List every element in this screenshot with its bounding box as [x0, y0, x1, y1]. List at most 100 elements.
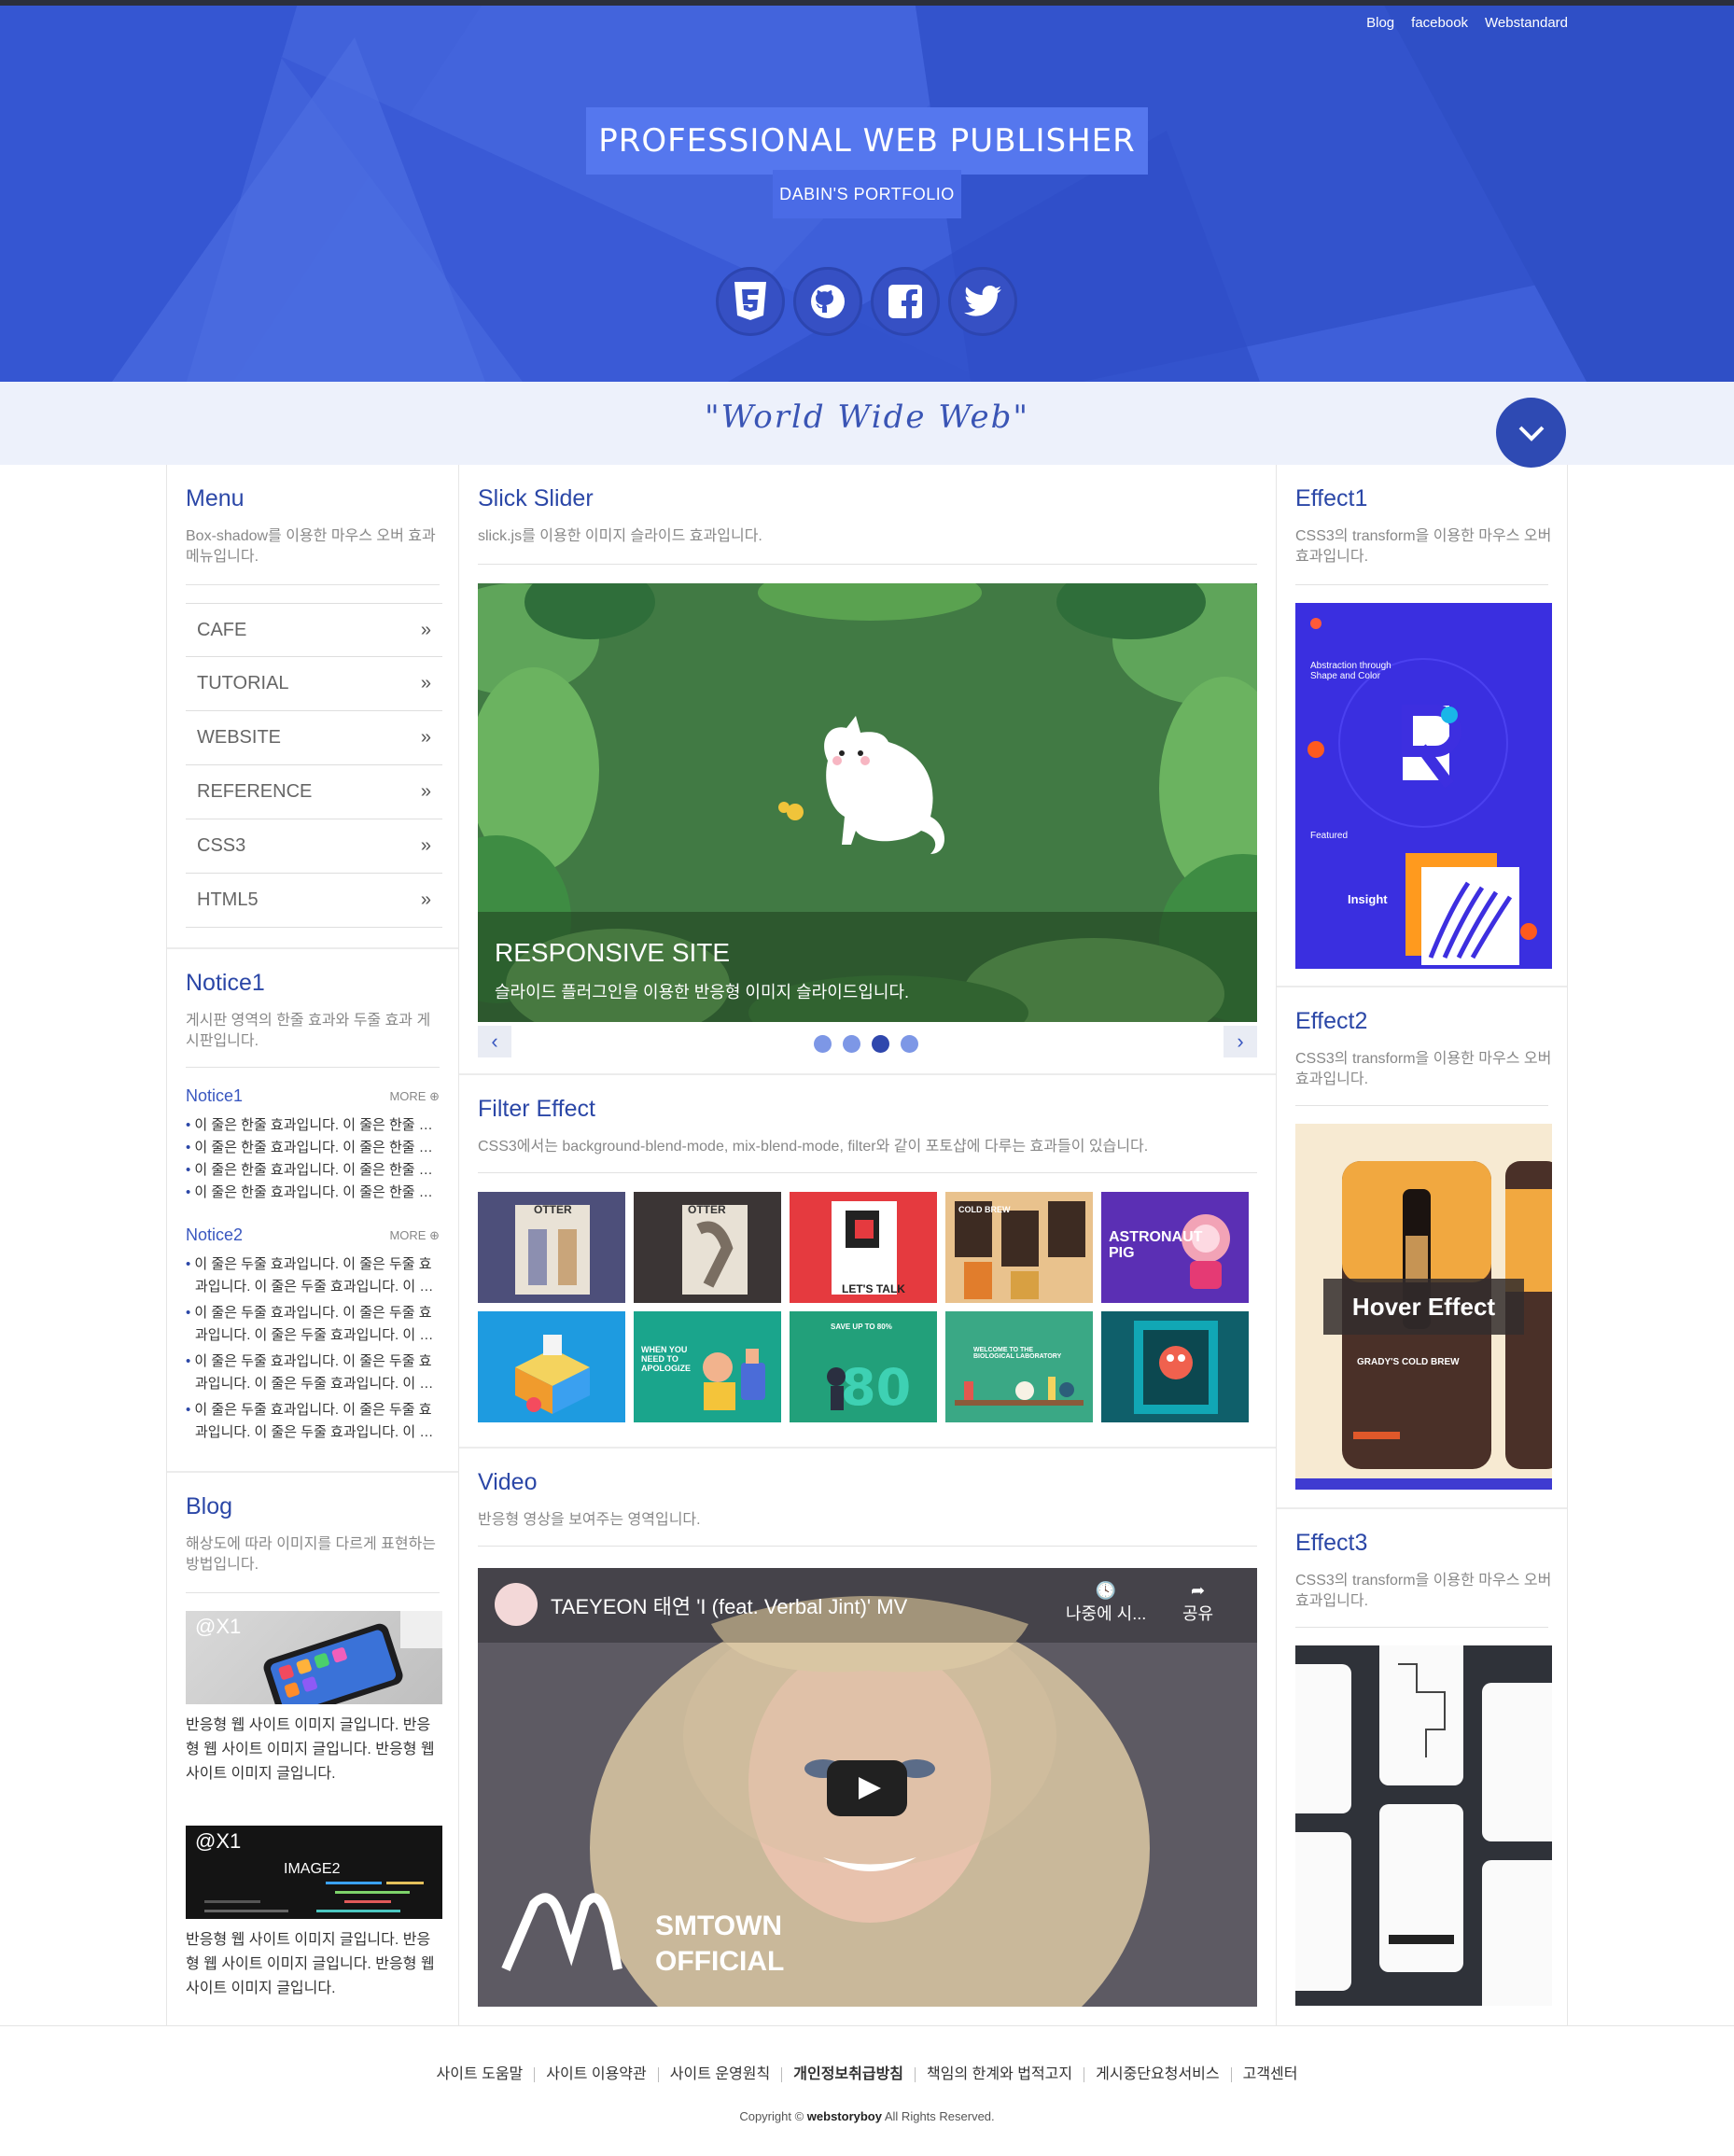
- effect1-image[interactable]: Abstraction through Shape and Color Feat…: [1295, 603, 1552, 969]
- slider-dots: [814, 1035, 918, 1053]
- slider-rule: [478, 564, 1257, 565]
- filter-thumb[interactable]: WHEN YOU NEED TO APOLOGIZE: [634, 1311, 781, 1422]
- social-links: [716, 267, 1017, 336]
- footer-link[interactable]: 사이트 도움말: [426, 2067, 535, 2082]
- filter-thumb[interactable]: [478, 1311, 625, 1422]
- effect3-image[interactable]: [1295, 1645, 1552, 2006]
- blog-text: 반응형 웹 사이트 이미지 글입니다. 반응형 웹 사이트 이미지 글입니다. …: [186, 1717, 435, 1782]
- top-link-facebook[interactable]: facebook: [1411, 15, 1468, 31]
- slide-heading: RESPONSIVE SITE: [495, 938, 731, 967]
- blog-section: Blog 해상도에 따라 이미지를 다르게 표현하는 방법입니다. @X1 반응…: [167, 1473, 458, 2023]
- html5-icon[interactable]: [716, 267, 785, 336]
- menu-item-cafe[interactable]: CAFE »: [186, 603, 442, 657]
- thumb-text: COLD BREW: [958, 1205, 1011, 1214]
- site-footer: 사이트 도움말 사이트 이용약관 사이트 운영원칙 개인정보취급방침 책임의 한…: [0, 2025, 1734, 2156]
- notice1-title[interactable]: Notice1: [186, 1086, 243, 1106]
- filter-thumb[interactable]: LET'S TALK: [790, 1192, 937, 1303]
- video-player[interactable]: TAEYEON 태연 'I (feat. Verbal Jint)' MV 🕓 …: [478, 1568, 1257, 2007]
- list-item[interactable]: 이 줄은 한줄 효과입니다. 이 줄은 한줄 효과입니다.: [186, 1114, 442, 1137]
- blog-badge: @X1: [195, 1615, 242, 1638]
- copyright-prefix: Copyright ©: [739, 2109, 804, 2123]
- notice2-title[interactable]: Notice2: [186, 1225, 243, 1245]
- footer-link[interactable]: 사이트 이용약관: [534, 2067, 658, 2082]
- menu-desc: Box-shadow를 이용한 마우스 오버 효과 메뉴입니다.: [186, 528, 436, 565]
- facebook-icon[interactable]: [871, 267, 940, 336]
- more-label: MORE: [389, 1227, 427, 1242]
- menu-item-reference[interactable]: REFERENCE »: [186, 765, 442, 819]
- effect2-image[interactable]: Hover Effect GRADY'S COLD BREW: [1295, 1124, 1552, 1490]
- channel-avatar[interactable]: [495, 1583, 538, 1626]
- notice2-more-button[interactable]: MORE ⊕: [389, 1228, 440, 1243]
- filter-thumb[interactable]: 80 SAVE UP TO 80%: [790, 1311, 937, 1422]
- filter-thumb[interactable]: OTTER: [478, 1192, 625, 1303]
- blog-rule: [186, 1592, 440, 1593]
- footer-link[interactable]: 책임의 한계와 법적고지: [915, 2067, 1084, 2082]
- video-title-text[interactable]: TAEYEON 태연 'I (feat. Verbal Jint)' MV: [551, 1590, 907, 1620]
- effect3-title: Effect3: [1295, 1530, 1368, 1556]
- effect1-desc: CSS3의 transform을 이용한 마우스 오버효과입니다.: [1295, 528, 1552, 565]
- watch-later-button[interactable]: 🕓 나중에 시...: [1066, 1581, 1146, 1625]
- footer-link[interactable]: 게시중단요청서비스: [1084, 2067, 1230, 2082]
- slider-dot[interactable]: [814, 1035, 832, 1053]
- effect1-title: Effect1: [1295, 485, 1368, 511]
- notice1-more-button[interactable]: MORE ⊕: [389, 1089, 440, 1104]
- motto-band: "World Wide Web": [0, 382, 1734, 468]
- filter-thumb[interactable]: ASTRONAUT PIG: [1101, 1192, 1249, 1303]
- top-link-webstandard[interactable]: Webstandard: [1485, 15, 1568, 31]
- share-button[interactable]: ➦ 공유: [1182, 1581, 1213, 1625]
- filter-thumb[interactable]: WELCOME TO THE BIOLOGICAL LABORATORY: [945, 1311, 1093, 1422]
- slider-slide[interactable]: RESPONSIVE SITE 슬라이드 플러그인을 이용한 반응형 이미지 슬…: [478, 583, 1257, 1022]
- blog-image-phone[interactable]: @X1: [186, 1611, 442, 1704]
- menu-section: Menu Box-shadow를 이용한 마우스 오버 효과 메뉴입니다. CA…: [167, 465, 458, 948]
- filter-thumb[interactable]: [1101, 1311, 1249, 1422]
- thumb-text: WELCOME TO THE BIOLOGICAL LABORATORY: [973, 1347, 1062, 1360]
- github-icon[interactable]: [793, 267, 862, 336]
- menu-item-label: WEBSITE: [197, 727, 282, 748]
- left-column: Menu Box-shadow를 이용한 마우스 오버 효과 메뉴입니다. CA…: [166, 465, 459, 2025]
- list-item[interactable]: 이 줄은 두줄 효과입니다. 이 줄은 두줄 효과입니다. 이 줄은 두줄 효과…: [186, 1351, 442, 1395]
- notice-section: Notice1 게시판 영역의 한줄 효과와 두줄 효과 게시판입니다. Not…: [167, 949, 458, 1472]
- list-item[interactable]: 이 줄은 한줄 효과입니다. 이 줄은 한줄 효과입니다.: [186, 1137, 442, 1159]
- notice2-header: Notice2 MORE ⊕: [186, 1225, 440, 1245]
- slider-next-button[interactable]: ›: [1224, 1026, 1257, 1057]
- menu-item-tutorial[interactable]: TUTORIAL »: [186, 657, 442, 711]
- menu-item-html5[interactable]: HTML5 »: [186, 874, 442, 928]
- footer-link-privacy[interactable]: 개인정보취급방침: [781, 2067, 915, 2082]
- list-item[interactable]: 이 줄은 한줄 효과입니다. 이 줄은 한줄 효과입니다.: [186, 1182, 442, 1204]
- effect3-desc: CSS3의 transform을 이용한 마우스 오버효과입니다.: [1295, 1573, 1552, 1609]
- filter-thumb[interactable]: OTTER: [634, 1192, 781, 1303]
- notice-rule: [186, 1067, 440, 1068]
- chevron-down-icon[interactable]: [1496, 398, 1566, 468]
- menu-item-css3[interactable]: CSS3 »: [186, 819, 442, 874]
- video-title: Video: [478, 1469, 538, 1495]
- blog-title: Blog: [186, 1493, 233, 1519]
- list-item[interactable]: 이 줄은 두줄 효과입니다. 이 줄은 두줄 효과입니다. 이 줄은 두줄 효과…: [186, 1399, 442, 1444]
- site-header: Blog facebook Webstandard PROFESSIONAL W…: [0, 0, 1734, 382]
- menu-item-label: CSS3: [197, 835, 246, 856]
- copyright: Copyright © webstoryboy All Rights Reser…: [0, 2109, 1734, 2123]
- filter-gallery: OTTER OTTER LET'S TALK COLD BREW ASTRONA…: [478, 1192, 1262, 1422]
- slider-dot-active[interactable]: [872, 1035, 889, 1053]
- filter-thumb[interactable]: COLD BREW: [945, 1192, 1093, 1303]
- filter-title: Filter Effect: [478, 1096, 595, 1122]
- slider-dot[interactable]: [901, 1035, 918, 1053]
- notice1-list: 이 줄은 한줄 효과입니다. 이 줄은 한줄 효과입니다. 이 줄은 한줄 효과…: [186, 1114, 442, 1204]
- play-button[interactable]: [827, 1760, 907, 1816]
- slider-dot[interactable]: [843, 1035, 860, 1053]
- filter-desc: CSS3에서는 background-blend-mode, mix-blend…: [478, 1139, 1149, 1155]
- list-item[interactable]: 이 줄은 한줄 효과입니다. 이 줄은 한줄 효과입니다.: [186, 1159, 442, 1182]
- middle-column: Slick Slider slick.js를 이용한 이미지 슬라이드 효과입니…: [459, 465, 1276, 2025]
- blog-image-code[interactable]: @X1 IMAGE2: [186, 1826, 442, 1919]
- footer-link[interactable]: 사이트 운영원칙: [657, 2067, 782, 2082]
- blog-image-caption: IMAGE2: [284, 1861, 341, 1877]
- double-chevron-right-icon: »: [420, 781, 431, 802]
- twitter-icon[interactable]: [948, 267, 1017, 336]
- menu-item-label: CAFE: [197, 619, 247, 640]
- slider-prev-button[interactable]: ‹: [478, 1026, 511, 1057]
- top-link-blog[interactable]: Blog: [1366, 15, 1394, 31]
- menu-item-website[interactable]: WEBSITE »: [186, 711, 442, 765]
- list-item[interactable]: 이 줄은 두줄 효과입니다. 이 줄은 두줄 효과입니다. 이 줄은 두줄 효과…: [186, 1253, 442, 1298]
- slide-caption: RESPONSIVE SITE 슬라이드 플러그인을 이용한 반응형 이미지 슬…: [478, 912, 1257, 1022]
- footer-link[interactable]: 고객센터: [1230, 2067, 1309, 2082]
- list-item[interactable]: 이 줄은 두줄 효과입니다. 이 줄은 두줄 효과입니다. 이 줄은 두줄 효과…: [186, 1302, 442, 1347]
